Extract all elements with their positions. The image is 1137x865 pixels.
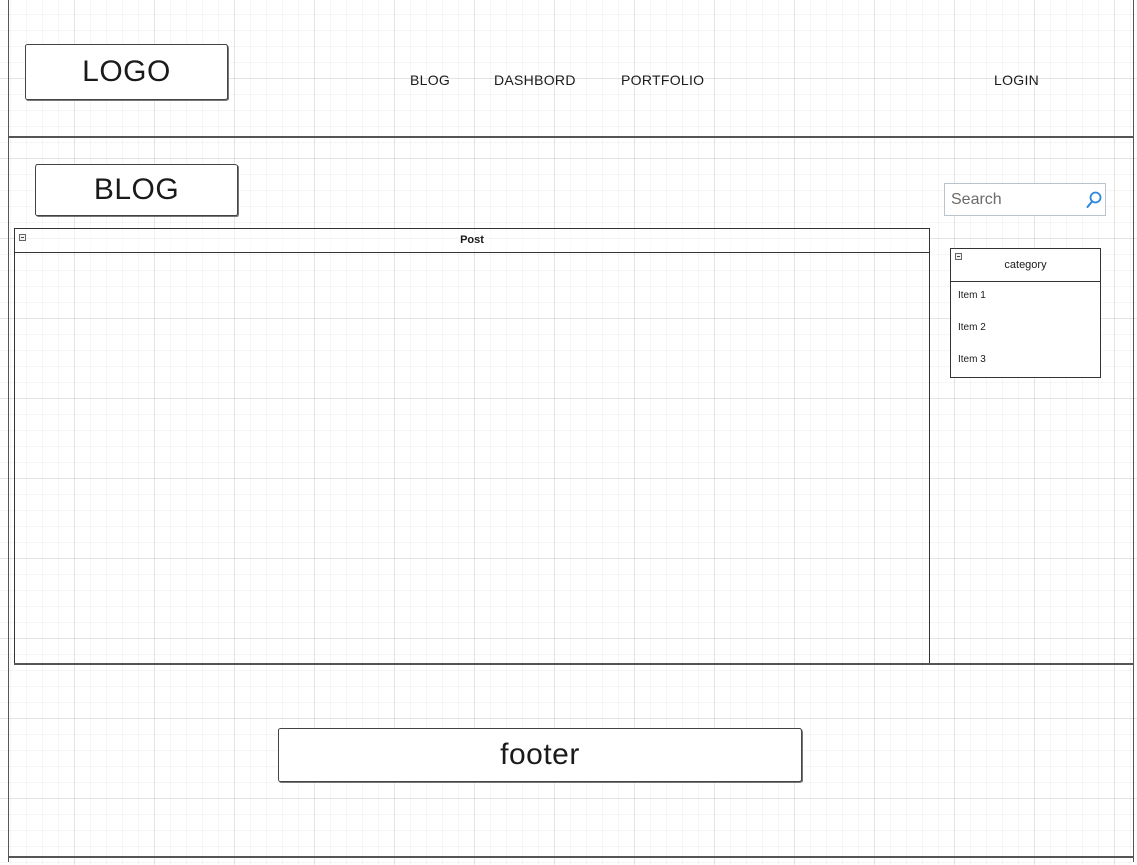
footer-label: footer xyxy=(500,738,580,771)
page-title: BLOG xyxy=(93,173,180,206)
header-divider xyxy=(8,136,1134,138)
logo-text: LOGO xyxy=(82,55,171,88)
post-panel-header: Post xyxy=(15,229,929,253)
footer-divider xyxy=(14,663,1134,665)
frame-bottom-edge xyxy=(8,856,1134,858)
nav-link-blog[interactable]: BLOG xyxy=(410,72,450,88)
logo[interactable]: LOGO xyxy=(25,44,228,100)
category-panel: category Item 1 Item 2 Item 3 xyxy=(950,248,1101,378)
category-panel-header: category xyxy=(951,249,1100,282)
search-box[interactable] xyxy=(944,183,1106,216)
nav-link-portfolio[interactable]: PORTFOLIO xyxy=(621,72,704,88)
category-panel-title: category xyxy=(1004,259,1047,271)
login-link[interactable]: LOGIN xyxy=(994,72,1039,88)
search-icon[interactable] xyxy=(1084,190,1104,210)
post-panel: Post xyxy=(14,228,930,664)
category-item[interactable]: Item 3 xyxy=(951,346,1100,378)
page-title-box: BLOG xyxy=(35,164,238,216)
footer-box: footer xyxy=(278,728,802,782)
search-input[interactable] xyxy=(951,191,1071,209)
category-item[interactable]: Item 2 xyxy=(951,314,1100,346)
nav-link-dashbord[interactable]: DASHBORD xyxy=(494,72,576,88)
site-header: LOGO BLOG DASHBORD PORTFOLIO LOGIN xyxy=(8,0,1134,136)
post-panel-title: Post xyxy=(460,234,484,246)
category-item[interactable]: Item 1 xyxy=(951,282,1100,314)
